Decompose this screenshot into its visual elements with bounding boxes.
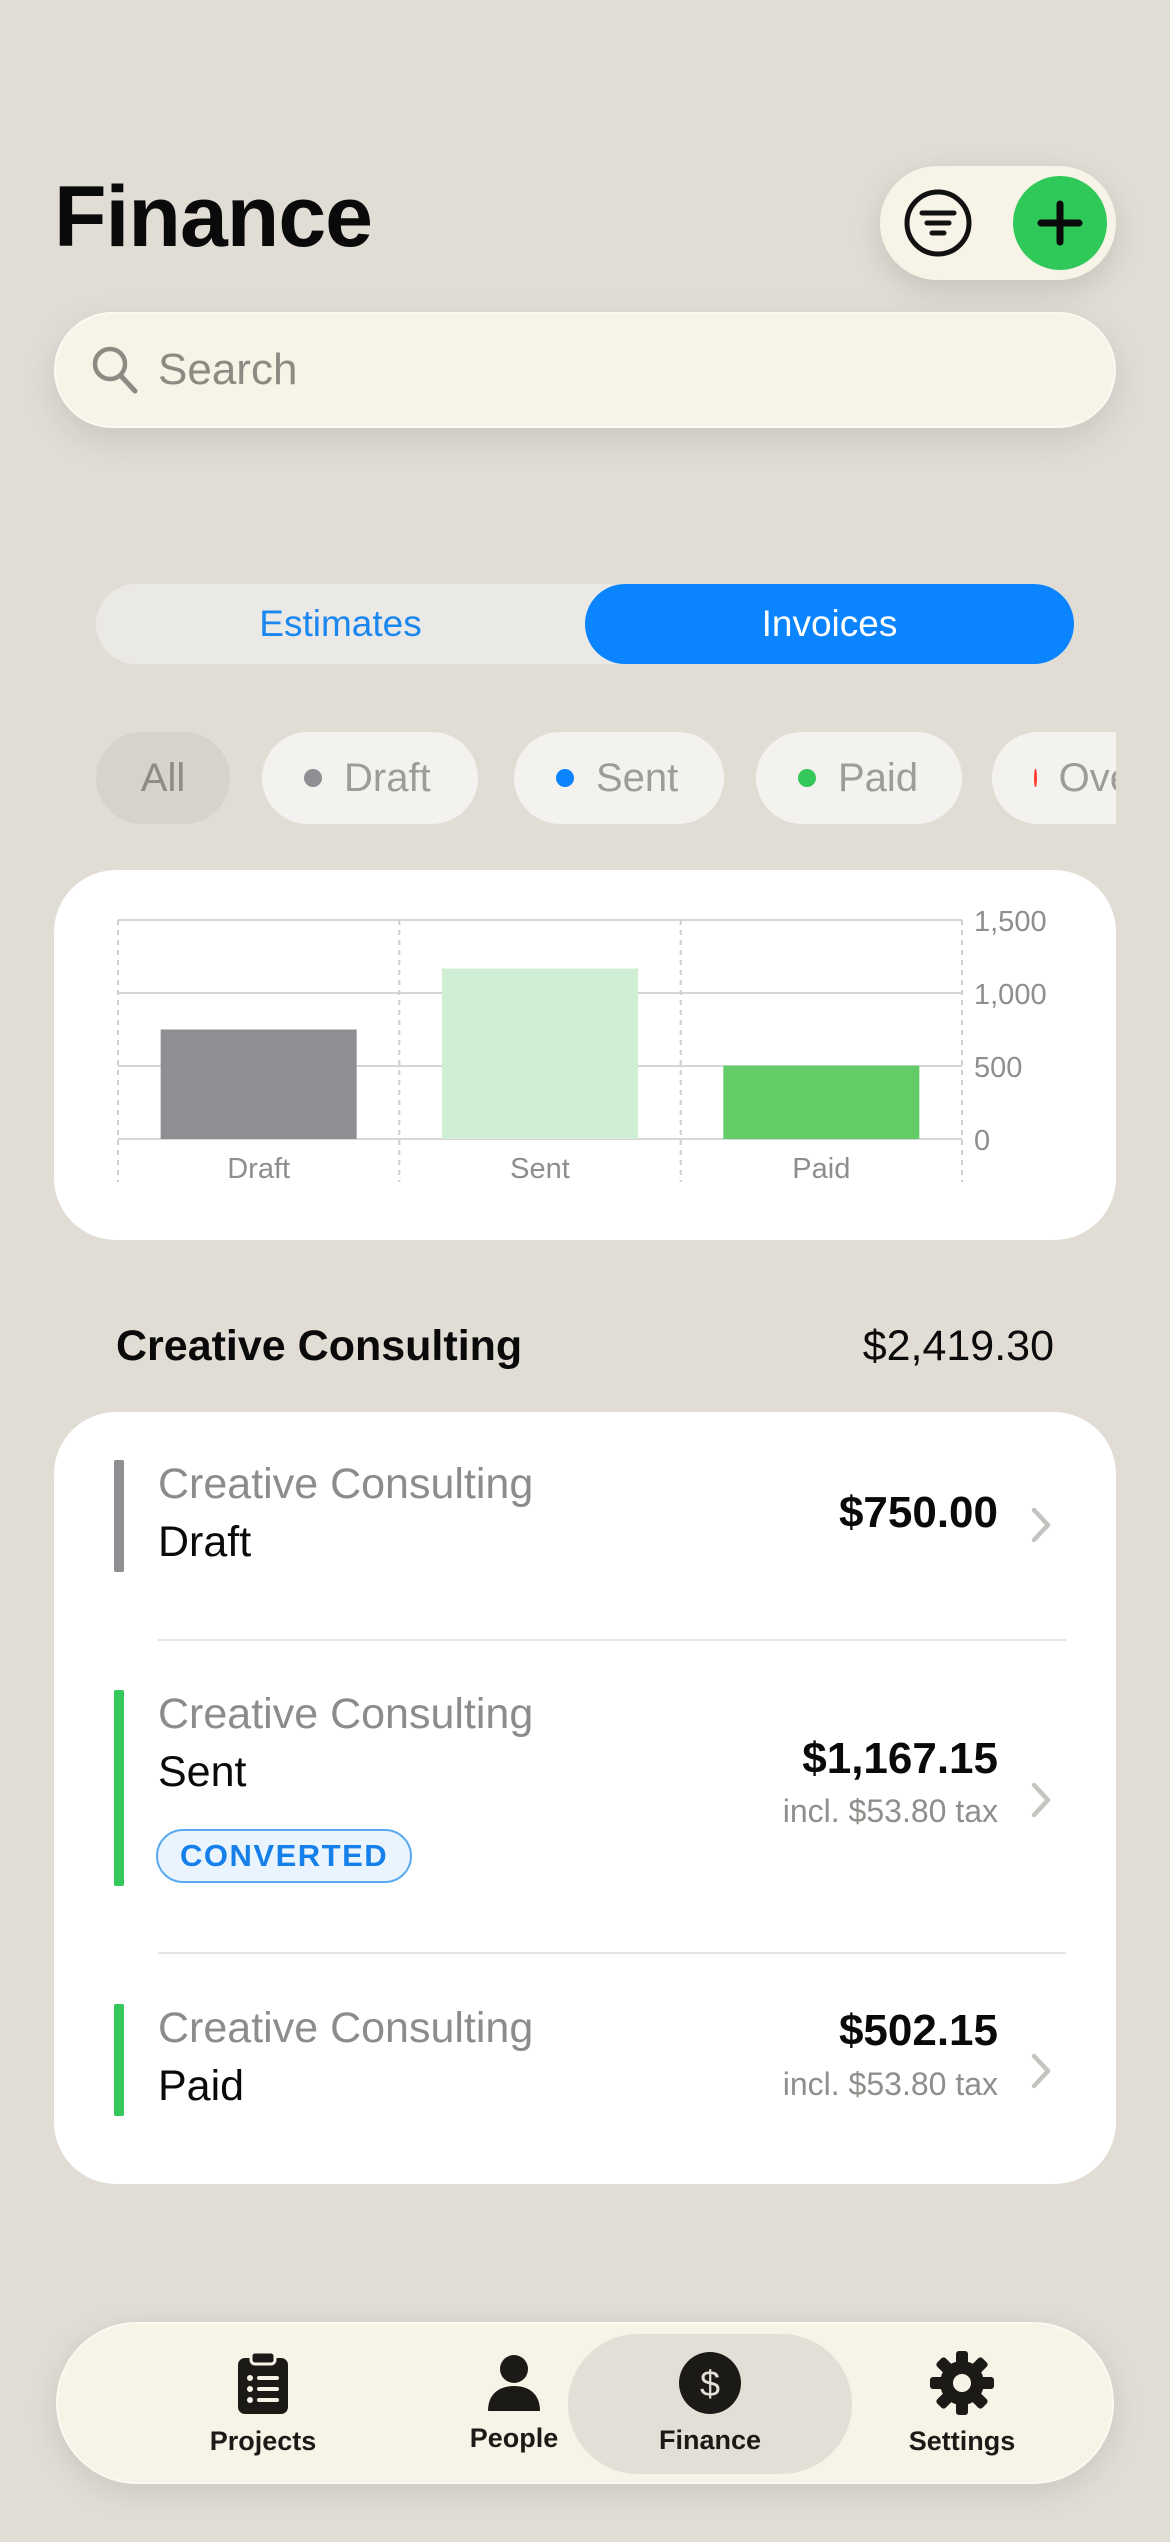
invoice-amount: $502.15 (838, 2006, 998, 2055)
invoice-amount: $750.00 (838, 1488, 998, 1537)
group-title: Creative Consulting (116, 1322, 523, 1370)
invoice-status-chart: 1,500 1,000 500 0 Draft Sent Paid (54, 870, 1116, 1240)
bar-chart: 1,500 1,000 500 0 Draft Sent Paid (117, 906, 1047, 1185)
filter-chip-label: All (140, 755, 186, 800)
invoice-list: Creative Consulting Draft $750.00 Creati… (54, 1412, 1116, 2184)
invoice-row-draft[interactable]: Creative Consulting Draft $750.00 (54, 1412, 1116, 1640)
person-icon (488, 2354, 540, 2411)
dollar-circle-icon: $ (679, 2351, 741, 2414)
status-bar (114, 2004, 124, 2116)
invoice-client: Creative Consulting (158, 1460, 534, 1508)
chevron-right-icon (1031, 2053, 1051, 2089)
segmented-control: Estimates Invoices (96, 584, 1074, 664)
converted-badge: CONVERTED (156, 1829, 413, 1883)
invoice-row-paid[interactable]: Creative Consulting Paid $502.15 incl. $… (54, 1954, 1116, 2184)
search-bar[interactable] (54, 312, 1116, 428)
status-dot (798, 769, 816, 787)
y-tick-label: 0 (974, 1125, 990, 1157)
status-bar (114, 1690, 124, 1886)
y-tick-label: 500 (974, 1052, 1022, 1084)
group-total: $2,419.30 (862, 1322, 1054, 1370)
page-title: Finance (54, 169, 373, 265)
filter-chip-label: Draft (344, 755, 431, 800)
clipboard-icon (238, 2350, 288, 2414)
filter-chip-all[interactable]: All (96, 732, 230, 824)
tab-label: Settings (908, 2425, 1016, 2456)
tab-bar: Projects People $ Finance Settings (56, 2322, 1114, 2484)
invoice-tax: incl. $53.80 tax (782, 1793, 998, 1829)
gear-icon (930, 2350, 994, 2415)
filter-chip-sent[interactable]: Sent (514, 732, 724, 824)
invoice-client: Creative Consulting (158, 1690, 534, 1738)
plus-icon (1037, 200, 1083, 246)
segment-invoices[interactable]: Invoices (585, 584, 1074, 664)
filter-button[interactable] (900, 185, 976, 261)
bar-paid (723, 1065, 920, 1139)
search-input[interactable] (158, 314, 1058, 426)
invoice-status: Sent (158, 1748, 247, 1796)
tab-label: People (469, 2422, 559, 2453)
svg-text:$: $ (700, 2363, 720, 2404)
tab-finance[interactable]: $ Finance (585, 2324, 835, 2482)
filter-circle-icon (904, 189, 972, 257)
status-bar (114, 1460, 124, 1572)
filter-chip-label: Paid (838, 755, 919, 800)
filter-chip-paid[interactable]: Paid (756, 732, 962, 824)
tab-label: Finance (658, 2424, 762, 2455)
chevron-right-icon (1031, 1782, 1051, 1818)
invoice-tax: incl. $53.80 tax (782, 2066, 998, 2102)
invoice-amount: $1,167.15 (802, 1734, 998, 1783)
invoice-row-sent[interactable]: Creative Consulting Sent CONVERTED $1,16… (54, 1641, 1116, 1953)
segment-estimates[interactable]: Estimates (96, 584, 585, 664)
tab-projects[interactable]: Projects (138, 2324, 388, 2482)
y-tick-label: 1,500 (974, 906, 1047, 938)
x-tick-label: Paid (792, 1153, 850, 1185)
bar-sent (442, 968, 638, 1139)
invoice-status: Paid (158, 2062, 245, 2110)
add-button[interactable] (1013, 176, 1107, 270)
tab-label: Projects (209, 2425, 317, 2456)
bar-draft (160, 1029, 357, 1139)
tab-settings[interactable]: Settings (837, 2324, 1087, 2482)
chevron-right-icon (1031, 1507, 1051, 1543)
y-tick-label: 1,000 (974, 979, 1047, 1011)
filter-chip-draft[interactable]: Draft (262, 732, 478, 824)
status-dot (556, 769, 574, 787)
status-filter-chips: All Draft Sent Paid Overdue (96, 732, 1116, 824)
search-icon (92, 346, 138, 394)
filter-chip-label: Overdue (1058, 755, 1116, 800)
filter-chip-label: Sent (596, 755, 679, 800)
status-dot (1034, 769, 1037, 787)
status-dot (304, 769, 322, 787)
x-tick-label: Draft (227, 1153, 290, 1185)
filter-chip-overdue[interactable]: Overdue (992, 732, 1116, 824)
x-tick-label: Sent (510, 1153, 570, 1185)
header-actions (880, 166, 1116, 280)
invoice-client: Creative Consulting (158, 2004, 534, 2052)
invoice-status: Draft (158, 1518, 252, 1566)
